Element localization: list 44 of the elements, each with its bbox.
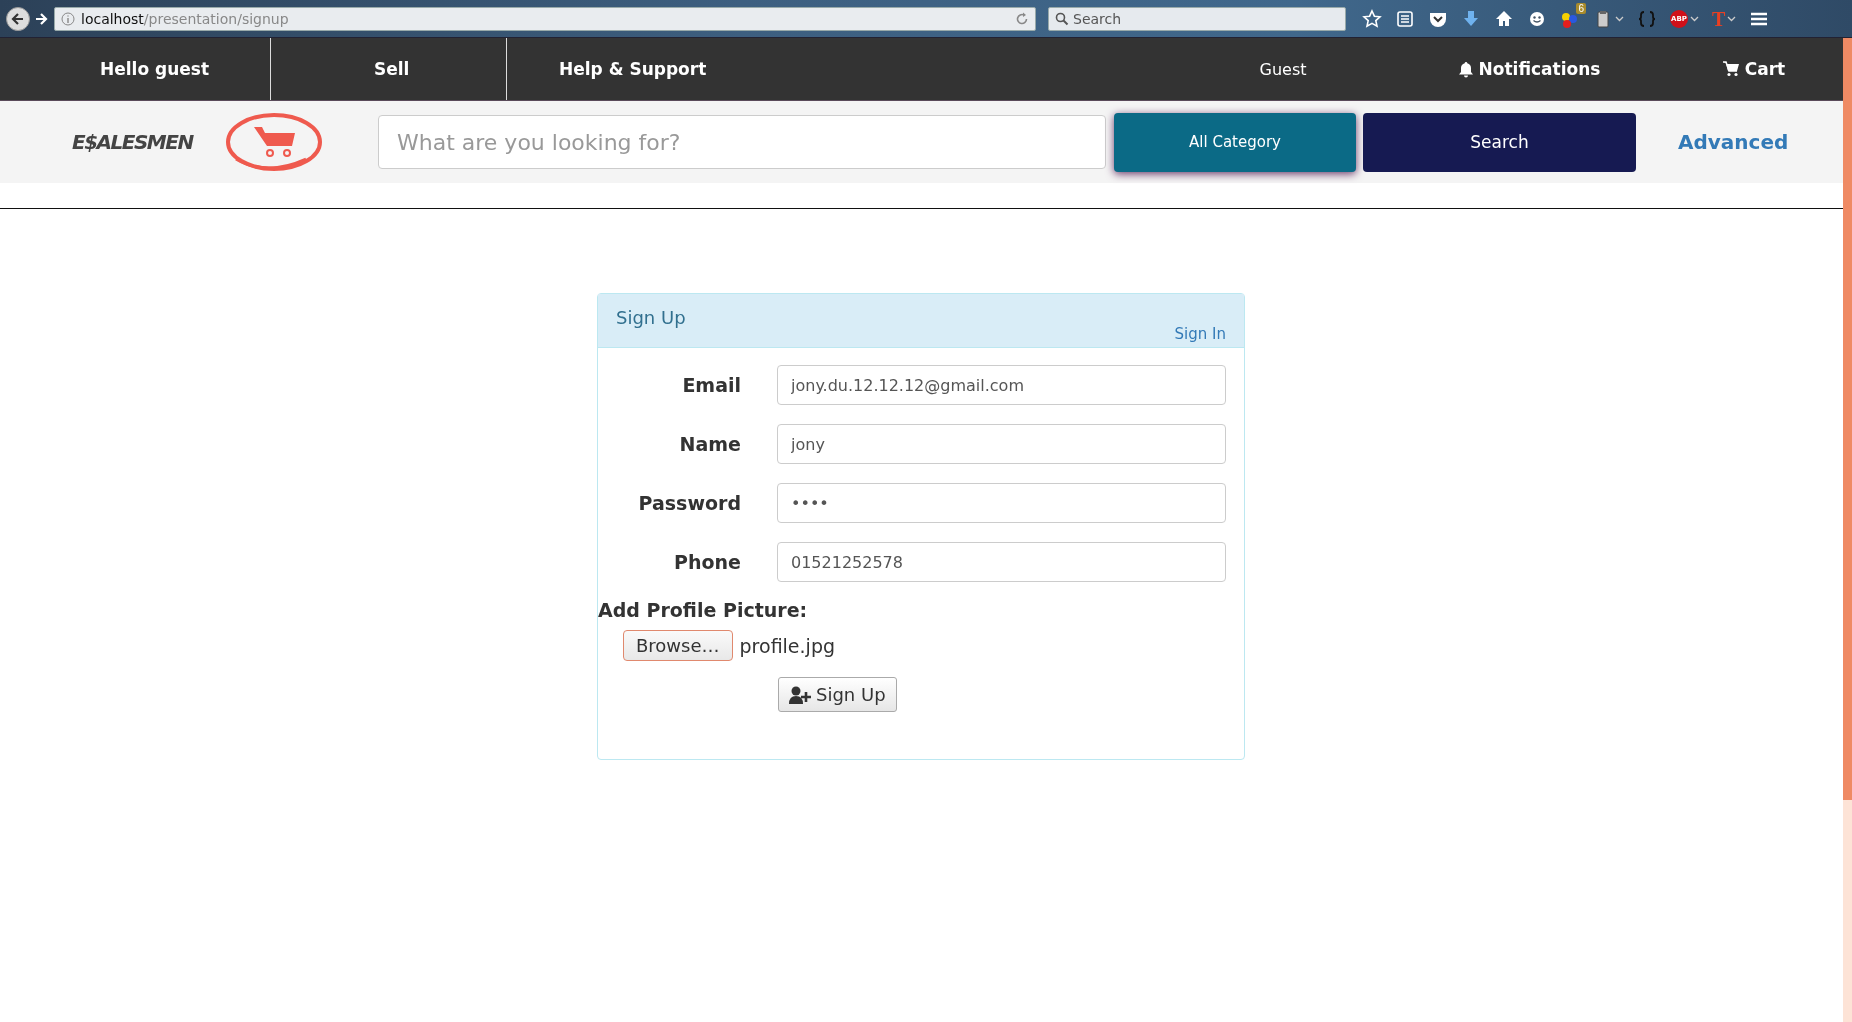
braces-icon[interactable] — [1637, 8, 1657, 29]
info-icon — [61, 11, 75, 26]
nav-link[interactable]: Guest — [1259, 59, 1307, 79]
nav-link[interactable]: Hello guest — [100, 59, 210, 79]
category-button[interactable]: All Category — [1114, 112, 1356, 172]
back-button[interactable] — [6, 6, 30, 31]
field-label: Password — [637, 492, 741, 514]
search-button[interactable]: Search — [1363, 112, 1636, 172]
file-name: profile.jpg — [739, 634, 835, 657]
list-icon[interactable] — [1395, 8, 1415, 29]
user-plus-icon — [789, 685, 811, 704]
logo-text[interactable]: E$ALESMEN — [72, 130, 202, 154]
input-field[interactable]: jony.du.12.12.12@gmail.com — [777, 365, 1226, 405]
address-bar[interactable]: localhost/presentation/signup — [54, 6, 1036, 31]
nav-link[interactable]: Notifications — [1457, 59, 1601, 79]
field-label: Email — [681, 374, 741, 396]
field-label: Phone — [673, 551, 741, 573]
reload-icon[interactable] — [1015, 11, 1029, 26]
search-field[interactable]: What are you looking for? — [378, 115, 1106, 169]
home-icon[interactable] — [1494, 8, 1514, 29]
sign-up-button[interactable]: Sign Up — [778, 677, 897, 712]
input-field[interactable]: •••• — [777, 483, 1226, 523]
advanced-link[interactable]: Advanced — [1678, 130, 1789, 154]
scrollbar-thumb[interactable] — [1843, 38, 1852, 800]
input-field[interactable]: 01521252578 — [777, 542, 1226, 582]
bell-icon — [1457, 60, 1474, 78]
panel-title: Sign Up — [616, 307, 686, 328]
cart-icon — [1722, 61, 1740, 77]
forward-button[interactable] — [34, 11, 48, 26]
input-field[interactable]: jony — [777, 424, 1226, 464]
url-text: localhost/presentation/signup — [81, 10, 290, 27]
logo-cart-icon[interactable] — [224, 111, 324, 173]
field-label: Name — [678, 433, 741, 455]
nav-link[interactable]: Cart — [1722, 59, 1786, 79]
star-icon[interactable] — [1362, 8, 1382, 29]
back-arrow-icon — [11, 11, 25, 26]
nav-link[interactable]: Help & Support — [559, 59, 707, 79]
nav-link[interactable]: Sell — [374, 59, 410, 79]
count-badge: 6 — [1576, 2, 1586, 14]
search-icon — [1055, 11, 1069, 26]
browse-button[interactable]: Browse… — [623, 630, 733, 661]
field-label: Add Profile Picture: — [598, 599, 809, 621]
sign-in-link[interactable]: Sign In — [1174, 325, 1226, 343]
browser-search-field[interactable]: Search — [1048, 6, 1346, 31]
